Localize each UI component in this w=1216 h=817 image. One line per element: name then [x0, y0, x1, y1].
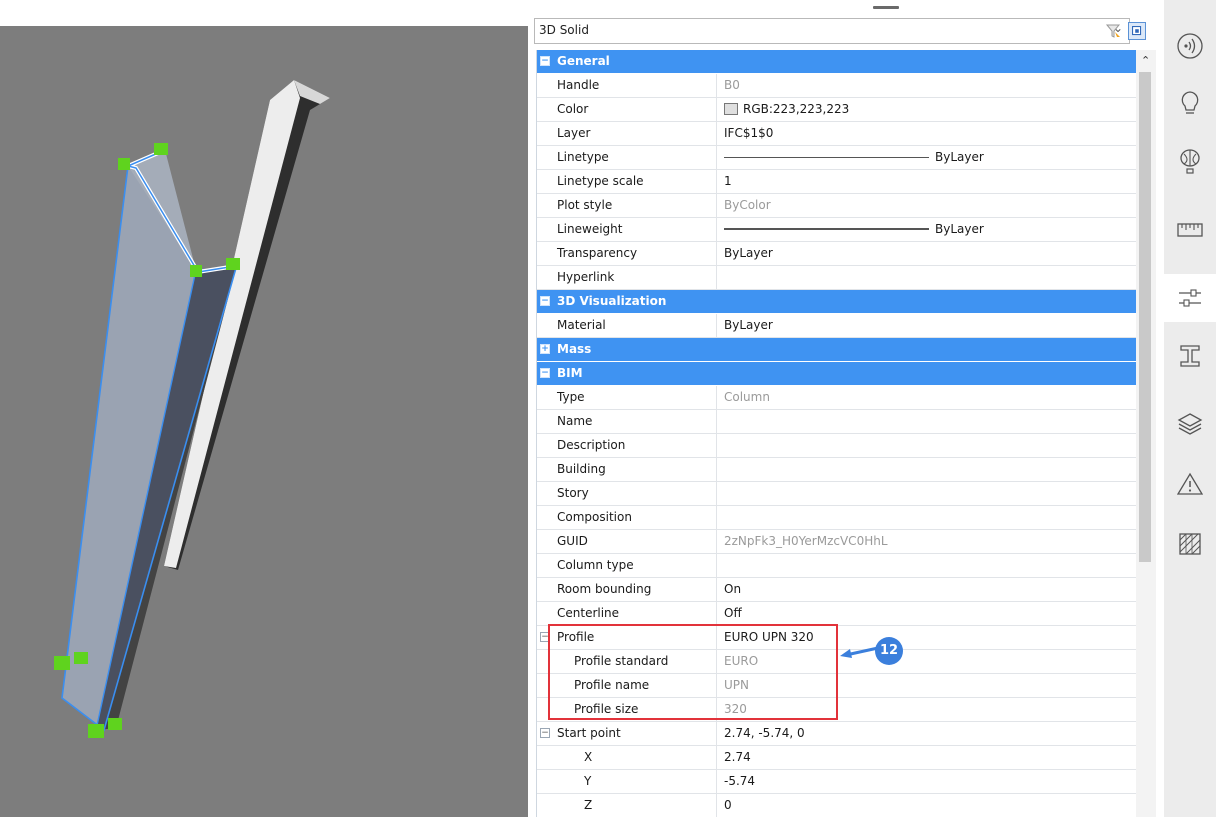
property-row-z[interactable]: Z0: [537, 794, 1136, 817]
property-row-column-type[interactable]: Column type: [537, 554, 1136, 578]
property-row-building[interactable]: Building: [537, 458, 1136, 482]
scrollbar-thumb[interactable]: [1139, 72, 1151, 562]
scroll-up-icon[interactable]: ⌃: [1141, 54, 1150, 67]
property-row-centerline[interactable]: Centerline Off: [537, 602, 1136, 626]
section-mass[interactable]: + Mass: [537, 338, 1136, 362]
panel-grip-handle[interactable]: [873, 6, 899, 9]
collapse-icon[interactable]: −: [540, 296, 550, 306]
property-row-transparency[interactable]: Transparency ByLayer: [537, 242, 1136, 266]
section-bim[interactable]: − BIM: [537, 362, 1136, 386]
collapse-icon[interactable]: −: [540, 56, 550, 66]
property-grid-scrollbar[interactable]: ⌃: [1136, 50, 1156, 817]
selection-type-dropdown[interactable]: 3D Solid ⌄: [534, 18, 1130, 44]
property-row-x[interactable]: X 2.74: [537, 746, 1136, 770]
i-beam-icon[interactable]: [1164, 332, 1216, 380]
3d-model-drawing: [54, 80, 330, 738]
panel-icon-bar: [1164, 0, 1216, 817]
property-row-name[interactable]: Name: [537, 410, 1136, 434]
model-viewport[interactable]: [0, 0, 528, 817]
warning-icon[interactable]: [1164, 460, 1216, 508]
property-row-linetype-scale[interactable]: Linetype scale 1: [537, 170, 1136, 194]
property-row-start-point[interactable]: − Start point 2.74, -5.74, 0: [537, 722, 1136, 746]
property-row-material[interactable]: Material ByLayer: [537, 314, 1136, 338]
property-row-lineweight[interactable]: Lineweight ByLayer: [537, 218, 1136, 242]
expand-icon[interactable]: +: [540, 344, 550, 354]
property-row-y[interactable]: Y -5.74: [537, 770, 1136, 794]
linetype-preview: [724, 157, 929, 158]
lineweight-preview: [724, 228, 929, 230]
property-row-layer[interactable]: Layer IFC$1$0: [537, 122, 1136, 146]
lightbulb-icon[interactable]: [1164, 80, 1216, 128]
callout-badge: 12: [875, 637, 903, 665]
property-row-handle[interactable]: Handle B0: [537, 74, 1136, 98]
color-swatch: [724, 103, 738, 115]
sound-icon[interactable]: [1164, 22, 1216, 70]
section-general[interactable]: − General: [537, 50, 1136, 74]
layers-icon[interactable]: [1164, 400, 1216, 448]
property-row-story[interactable]: Story: [537, 482, 1136, 506]
property-row-guid[interactable]: GUID 2zNpFk3_H0YerMzcVC0HhL: [537, 530, 1136, 554]
property-row-plot-style[interactable]: Plot style ByColor: [537, 194, 1136, 218]
callout-arrow-icon: [840, 646, 879, 658]
property-row-hyperlink[interactable]: Hyperlink: [537, 266, 1136, 290]
property-row-linetype[interactable]: Linetype ByLayer: [537, 146, 1136, 170]
property-row-type[interactable]: Type Column: [537, 386, 1136, 410]
collapse-icon[interactable]: −: [540, 728, 550, 738]
profile-highlight-box: [548, 624, 838, 720]
property-row-room-bounding[interactable]: Room bounding On: [537, 578, 1136, 602]
collapse-icon[interactable]: −: [540, 368, 550, 378]
section-3d-visualization[interactable]: −3D Visualization: [537, 290, 1136, 314]
property-row-composition[interactable]: Composition: [537, 506, 1136, 530]
property-row-color[interactable]: Color RGB:223,223,223: [537, 98, 1136, 122]
properties-sliders-icon[interactable]: [1164, 274, 1216, 322]
selection-type-value: 3D Solid: [539, 23, 589, 37]
hatch-icon[interactable]: [1164, 520, 1216, 568]
ruler-icon[interactable]: [1164, 206, 1216, 254]
balloon-icon[interactable]: [1164, 138, 1216, 186]
quick-select-icon[interactable]: [1104, 22, 1122, 40]
property-row-description[interactable]: Description: [537, 434, 1136, 458]
toggle-pickadd-icon[interactable]: [1128, 22, 1146, 40]
